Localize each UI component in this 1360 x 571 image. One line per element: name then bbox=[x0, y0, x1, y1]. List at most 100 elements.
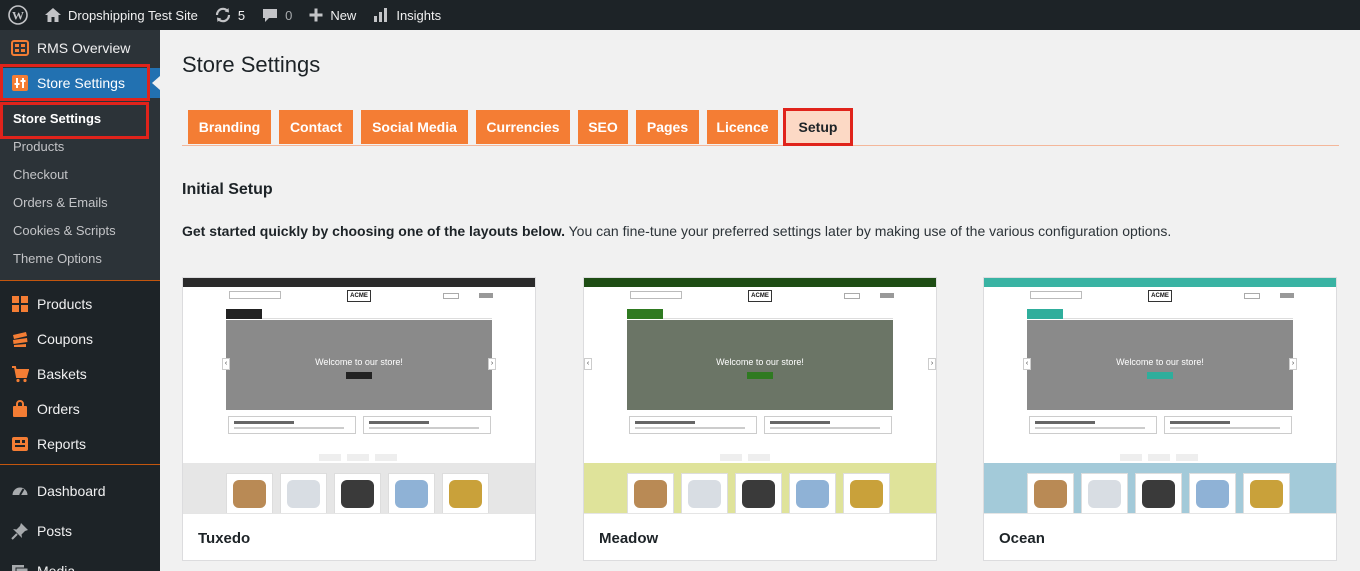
menu-posts[interactable]: Posts bbox=[0, 511, 160, 551]
submenu-cookies-scripts[interactable]: Cookies & Scripts bbox=[0, 216, 160, 244]
chevron-left-icon: ‹ bbox=[222, 358, 230, 370]
preview-pills bbox=[1120, 454, 1200, 462]
updates-link[interactable]: 5 bbox=[206, 0, 253, 30]
menu-baskets[interactable]: Baskets bbox=[0, 356, 160, 391]
submenu-store-settings[interactable]: Store Settings bbox=[0, 104, 160, 132]
preview-product bbox=[1189, 473, 1236, 513]
tab-licence[interactable]: Licence bbox=[707, 110, 778, 144]
preview-welcome: Welcome to our store! bbox=[1116, 357, 1204, 367]
preview-product bbox=[1135, 473, 1182, 513]
insights-link[interactable]: Insights bbox=[364, 0, 449, 30]
preview-nav-all bbox=[1027, 309, 1063, 319]
preview-search bbox=[229, 291, 281, 299]
coupon-icon bbox=[10, 329, 30, 349]
menu-dashboard[interactable]: Dashboard bbox=[0, 471, 160, 511]
new-label: New bbox=[330, 7, 357, 23]
admin-sidebar: RMS Overview Store Settings Store Settin… bbox=[0, 30, 160, 571]
section-title: Initial Setup bbox=[182, 181, 273, 198]
layout-card-meadow[interactable]: ACME Welcome to our store! ‹ › Meadow bbox=[583, 277, 937, 561]
preview-search bbox=[630, 291, 682, 299]
core-menu-group: Dashboard Posts Media bbox=[0, 465, 160, 571]
preview-currency bbox=[1244, 293, 1260, 299]
preview-product bbox=[388, 473, 435, 513]
preview-feature bbox=[228, 416, 356, 434]
main-content: Store Settings Branding Contact Social M… bbox=[160, 30, 1360, 571]
dashboard-gauge-icon bbox=[10, 481, 30, 501]
submenu-orders-emails[interactable]: Orders & Emails bbox=[0, 188, 160, 216]
rms-menu-group: RMS Overview Store Settings Store Settin… bbox=[0, 30, 160, 281]
preview-feature bbox=[629, 416, 757, 434]
menu-dashboard-label: Dashboard bbox=[37, 483, 106, 499]
admin-bar: W Dropshipping Test Site 5 0 New Insight… bbox=[0, 0, 1360, 30]
intro-text: Get started quickly by choosing one of t… bbox=[182, 223, 1171, 239]
preview-search bbox=[1030, 291, 1082, 299]
wordpress-menu[interactable]: W bbox=[0, 0, 36, 30]
preview-shop-button bbox=[346, 372, 372, 379]
comment-bubble-icon bbox=[263, 9, 278, 22]
new-content-link[interactable]: New bbox=[300, 0, 364, 30]
updates-count: 5 bbox=[237, 7, 246, 23]
store-settings-submenu: Store Settings Products Checkout Orders … bbox=[0, 100, 160, 280]
preview-logo: ACME bbox=[1148, 290, 1172, 302]
submenu-theme-options[interactable]: Theme Options bbox=[0, 244, 160, 272]
submenu-products[interactable]: Products bbox=[0, 132, 160, 160]
settings-tabs: Branding Contact Social Media Currencies… bbox=[182, 108, 1339, 146]
submenu-checkout[interactable]: Checkout bbox=[0, 160, 160, 188]
site-name-link[interactable]: Dropshipping Test Site bbox=[36, 0, 206, 30]
preview-nav bbox=[627, 309, 893, 319]
menu-coupons-label: Coupons bbox=[37, 330, 94, 347]
preview-product bbox=[226, 473, 273, 513]
menu-reports[interactable]: Reports bbox=[0, 426, 160, 461]
shopping-bag-icon bbox=[10, 399, 30, 419]
menu-rms-overview[interactable]: RMS Overview bbox=[0, 30, 160, 66]
tab-branding[interactable]: Branding bbox=[188, 110, 271, 144]
menu-store-settings[interactable]: Store Settings bbox=[0, 68, 160, 98]
tab-social-media[interactable]: Social Media bbox=[361, 110, 468, 144]
preview-cart bbox=[479, 293, 493, 298]
menu-media-label: Media bbox=[37, 563, 76, 571]
comments-link[interactable]: 0 bbox=[253, 0, 300, 30]
chevron-right-icon: › bbox=[928, 358, 936, 370]
menu-products-label: Products bbox=[37, 295, 93, 312]
pushpin-icon bbox=[10, 521, 30, 541]
preview-cart bbox=[880, 293, 894, 298]
menu-products[interactable]: Products bbox=[0, 286, 160, 321]
preview-product bbox=[735, 473, 782, 513]
layout-name: Meadow bbox=[599, 530, 659, 547]
preview-welcome: Welcome to our store! bbox=[315, 357, 403, 367]
preview-shop-button bbox=[747, 372, 773, 379]
report-icon bbox=[10, 434, 30, 454]
preview-product bbox=[334, 473, 381, 513]
refresh-icon bbox=[215, 7, 230, 23]
preview-shop-button bbox=[1147, 372, 1173, 379]
preview-product bbox=[681, 473, 728, 513]
tab-setup[interactable]: Setup bbox=[783, 108, 853, 146]
preview-product bbox=[1027, 473, 1074, 513]
preview-feature bbox=[1164, 416, 1292, 434]
sliders-icon bbox=[10, 73, 30, 93]
preview-hero: Welcome to our store! bbox=[1027, 320, 1293, 410]
menu-orders[interactable]: Orders bbox=[0, 391, 160, 426]
menu-coupons[interactable]: Coupons bbox=[0, 321, 160, 356]
products-icon bbox=[10, 294, 30, 314]
tab-currencies[interactable]: Currencies bbox=[476, 110, 570, 144]
layout-card-ocean[interactable]: ACME Welcome to our store! ‹ › Ocean bbox=[983, 277, 1337, 561]
page-title: Store Settings bbox=[182, 52, 321, 77]
wordpress-logo-icon: W bbox=[8, 5, 28, 25]
preview-product bbox=[789, 473, 836, 513]
site-name: Dropshipping Test Site bbox=[68, 7, 198, 23]
preview-topbar bbox=[984, 278, 1336, 287]
tab-contact[interactable]: Contact bbox=[279, 110, 353, 144]
current-menu-arrow bbox=[152, 76, 160, 90]
preview-logo: ACME bbox=[748, 290, 772, 302]
chevron-left-icon: ‹ bbox=[1023, 358, 1031, 370]
chevron-right-icon: › bbox=[488, 358, 496, 370]
layout-card-tuxedo[interactable]: ACME Welcome to our store! ‹ › Tuxedo bbox=[182, 277, 536, 561]
tab-seo[interactable]: SEO bbox=[578, 110, 628, 144]
tab-pages[interactable]: Pages bbox=[636, 110, 699, 144]
preview-feature bbox=[764, 416, 892, 434]
menu-media[interactable]: Media bbox=[0, 551, 160, 571]
plus-icon bbox=[309, 8, 323, 22]
intro-bold: Get started quickly by choosing one of t… bbox=[182, 223, 565, 239]
layout-name: Ocean bbox=[999, 530, 1045, 547]
